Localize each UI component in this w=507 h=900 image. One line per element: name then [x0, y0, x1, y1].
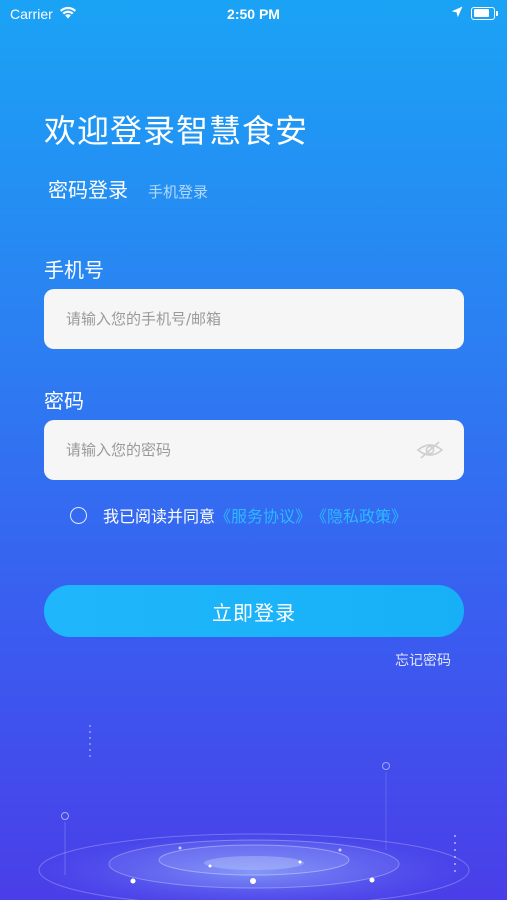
phone-field-box — [44, 289, 464, 349]
forgot-password-link[interactable]: 忘记密码 — [395, 650, 451, 670]
agreement-row: 我已阅读并同意 《服务协议》 《隐私政策》 — [70, 503, 407, 527]
location-arrow-icon — [451, 5, 463, 21]
page-title: 欢迎登录智慧食安 — [44, 112, 309, 150]
login-tabs: 密码登录 手机登录 — [48, 174, 208, 203]
tab-password-login[interactable]: 密码登录 — [48, 174, 128, 203]
status-bar: Carrier 2:50 PM — [0, 0, 507, 28]
agree-radio[interactable] — [70, 506, 87, 524]
battery-level — [473, 9, 489, 17]
password-field-box — [44, 420, 464, 480]
password-label: 密码 — [44, 389, 84, 413]
service-agreement-link[interactable]: 《服务协议》 — [215, 503, 311, 527]
status-time: 2:50 PM — [227, 6, 280, 22]
phone-input[interactable] — [64, 309, 444, 329]
status-right — [451, 5, 498, 21]
login-button[interactable]: 立即登录 — [44, 585, 464, 637]
phone-label: 手机号 — [44, 258, 104, 282]
battery-icon — [471, 6, 498, 20]
decorative-rings-illustration — [34, 725, 474, 900]
agreement-text: 我已阅读并同意 — [103, 507, 216, 526]
tab-phone-login[interactable]: 手机登录 — [148, 181, 208, 202]
privacy-policy-link[interactable]: 《隐私政策》 — [311, 503, 407, 527]
eye-hidden-icon[interactable] — [416, 440, 444, 460]
password-input[interactable] — [64, 440, 416, 460]
